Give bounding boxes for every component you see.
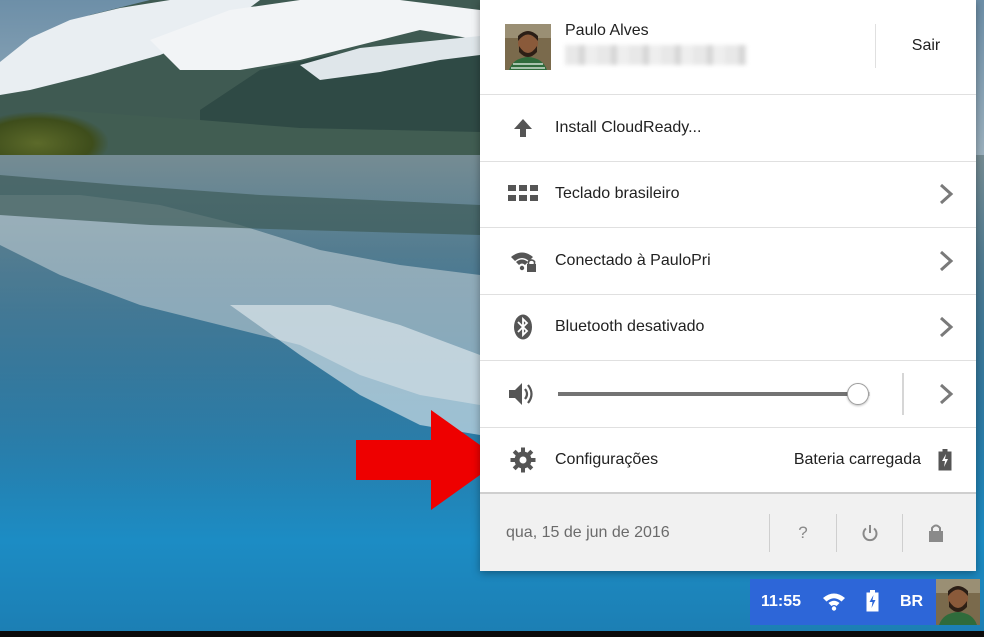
volume-separator <box>902 373 904 415</box>
user-name: Paulo Alves <box>565 22 649 39</box>
battery-status-label: Bateria carregada <box>793 450 921 468</box>
bluetooth-item[interactable]: Bluetooth desativado <box>480 295 976 361</box>
help-icon: ? <box>798 523 808 542</box>
settings-item[interactable]: Configurações Bateria carregada <box>480 428 976 494</box>
date-label[interactable]: qua, 15 de jun de 2016 <box>506 494 670 571</box>
chevron-right-icon <box>939 184 954 205</box>
wifi-icon <box>823 593 845 611</box>
volume-slider[interactable] <box>558 382 870 405</box>
network-label: Conectado à PauloPri <box>555 251 711 269</box>
keyboard-label: Teclado brasileiro <box>555 185 680 203</box>
battery-icon <box>866 590 879 612</box>
system-tray-menu: Paulo Alves Sair Install CloudReady... T… <box>480 0 976 571</box>
tray-footer: qua, 15 de jun de 2016 ? <box>480 494 976 571</box>
lock-button[interactable] <box>903 514 969 552</box>
wifi-lock-icon <box>508 246 538 276</box>
chevron-right-icon <box>939 317 954 338</box>
chevron-right-icon <box>939 250 954 271</box>
volume-item <box>480 361 976 428</box>
bluetooth-icon <box>508 312 538 342</box>
signout-button[interactable]: Sair <box>876 24 976 68</box>
install-label: Install CloudReady... <box>555 118 702 136</box>
settings-label: Configurações <box>555 450 659 468</box>
network-item[interactable]: Conectado à PauloPri <box>480 228 976 295</box>
clock: 11:55 <box>761 593 802 610</box>
upload-arrow-icon <box>508 113 538 143</box>
shelf-background <box>0 631 984 637</box>
install-cloudready-item[interactable]: Install CloudReady... <box>480 95 976 162</box>
shelf-user-avatar[interactable] <box>936 579 980 625</box>
volume-slider-fill <box>558 391 858 396</box>
bluetooth-label: Bluetooth desativado <box>555 318 705 336</box>
shelf-status-area[interactable]: 11:55 BR <box>750 579 936 625</box>
chevron-right-icon[interactable] <box>936 382 956 406</box>
speaker-icon[interactable] <box>508 379 538 409</box>
gear-icon <box>508 445 538 475</box>
power-icon <box>862 525 878 542</box>
keyboard-icon <box>508 179 538 209</box>
input-language-indicator: BR <box>900 593 924 610</box>
lock-icon <box>929 524 943 542</box>
user-card: Paulo Alves Sair <box>480 0 976 95</box>
power-button[interactable] <box>837 514 903 552</box>
volume-slider-thumb[interactable] <box>847 382 869 405</box>
user-avatar <box>505 24 551 70</box>
user-email-redacted <box>565 45 747 65</box>
help-button[interactable]: ? <box>770 514 836 552</box>
keyboard-layout-item[interactable]: Teclado brasileiro <box>480 162 976 228</box>
battery-charged-icon <box>938 448 952 471</box>
